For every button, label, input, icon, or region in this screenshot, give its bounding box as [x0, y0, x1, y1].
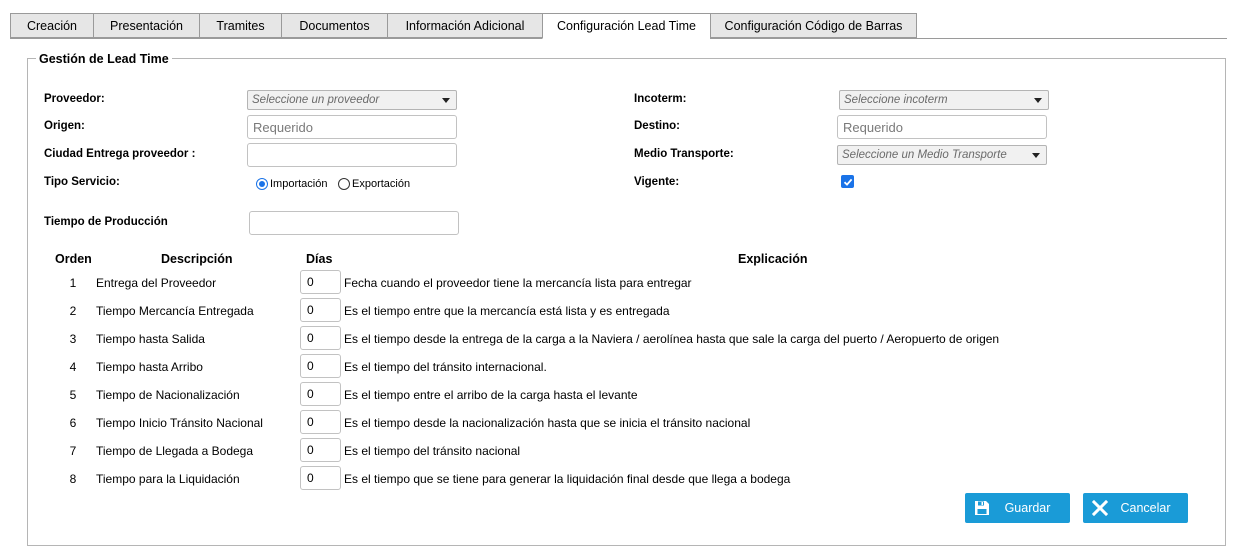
incoterm-label: Incoterm: — [627, 87, 823, 111]
row-descripcion: Entrega del Proveedor — [96, 276, 217, 290]
radio-selected-icon — [256, 178, 268, 190]
destino-label: Destino: — [627, 114, 823, 138]
tab-configuracion-codigo-barras[interactable]: Configuración Código de Barras — [710, 13, 917, 38]
guardar-label: Guardar — [1004, 501, 1051, 515]
tab-bar: Creación Presentación Tramites Documento… — [10, 13, 917, 39]
radio-importacion[interactable]: Importación — [256, 178, 327, 190]
guardar-button[interactable]: Guardar — [965, 493, 1070, 523]
row-explicacion: Es el tiempo entre que la mercancía está… — [344, 304, 670, 318]
proveedor-label: Proveedor: — [37, 87, 233, 111]
row-orden: 1 — [69, 276, 77, 290]
row-descripcion: Tiempo hasta Arribo — [96, 360, 203, 374]
row-dias-input[interactable]: 0 — [300, 382, 341, 406]
row-dias-input[interactable]: 0 — [300, 326, 341, 350]
cancelar-label: Cancelar — [1120, 501, 1171, 515]
ciudad-entrega-input[interactable] — [247, 143, 457, 167]
tipo-servicio-label: Tipo Servicio: — [37, 170, 233, 194]
tiempo-produccion-input[interactable] — [249, 211, 459, 235]
ciudad-entrega-label: Ciudad Entrega proveedor : — [37, 142, 233, 166]
row-dias-input[interactable]: 0 — [300, 298, 341, 322]
origen-input[interactable]: Requerido — [247, 115, 457, 139]
radio-exportacion-label: Exportación — [352, 178, 411, 190]
section-legend: Gestión de Lead Time — [36, 52, 172, 66]
radio-importacion-label: Importación — [270, 178, 328, 190]
row-explicacion: Es el tiempo del tránsito internacional. — [344, 360, 547, 374]
row-descripcion: Tiempo Mercancía Entregada — [96, 304, 254, 318]
chevron-down-icon — [1032, 153, 1040, 158]
row-orden: 7 — [69, 444, 77, 458]
row-orden: 4 — [69, 360, 77, 374]
tab-informacion-adicional[interactable]: Información Adicional — [387, 13, 542, 38]
row-descripcion: Tiempo de Nacionalización — [96, 388, 240, 402]
row-explicacion: Es el tiempo desde la entrega de la carg… — [344, 332, 1000, 346]
row-explicacion: Es el tiempo que se tiene para generar l… — [344, 472, 791, 486]
tab-documentos[interactable]: Documentos — [281, 13, 387, 38]
tab-tramites[interactable]: Tramites — [199, 13, 281, 38]
medio-transporte-select-value: Seleccione un Medio Transporte — [842, 149, 1007, 161]
tab-configuracion-lead-time[interactable]: Configuración Lead Time — [542, 13, 710, 39]
close-icon — [1091, 499, 1109, 517]
row-dias-input[interactable]: 0 — [300, 466, 341, 490]
row-orden: 8 — [69, 472, 77, 486]
row-explicacion: Es el tiempo del tránsito nacional — [344, 444, 521, 458]
row-descripcion: Tiempo Inicio Tránsito Nacional — [96, 416, 263, 430]
cancelar-button[interactable]: Cancelar — [1083, 493, 1188, 523]
checkmark-icon — [843, 178, 852, 186]
row-dias-input[interactable]: 0 — [300, 410, 341, 434]
row-dias-input[interactable]: 0 — [300, 438, 341, 462]
chevron-down-icon — [1034, 98, 1042, 103]
row-descripcion: Tiempo para la Liquidación — [96, 472, 240, 486]
row-orden: 6 — [69, 416, 77, 430]
proveedor-select[interactable]: Seleccione un proveedor — [247, 90, 457, 110]
row-explicacion: Es el tiempo entre el arribo de la carga… — [344, 388, 638, 402]
vigente-checkbox[interactable] — [841, 175, 854, 188]
row-dias-input[interactable]: 0 — [300, 270, 341, 294]
tiempo-produccion-label: Tiempo de Producción — [37, 210, 233, 234]
header-dias: Días — [306, 252, 333, 266]
tab-presentacion[interactable]: Presentación — [93, 13, 199, 38]
incoterm-select-value: Seleccione incoterm — [844, 94, 948, 106]
save-icon — [973, 499, 991, 517]
proveedor-select-value: Seleccione un proveedor — [252, 94, 380, 106]
header-explicacion: Explicación — [738, 252, 808, 266]
row-explicacion: Es el tiempo desde la nacionalización ha… — [344, 416, 751, 430]
row-descripcion: Tiempo de Llegada a Bodega — [96, 444, 254, 458]
row-dias-input[interactable]: 0 — [300, 354, 341, 378]
row-explicacion: Fecha cuando el proveedor tiene la merca… — [344, 276, 692, 290]
radio-exportacion[interactable]: Exportación — [338, 178, 410, 190]
origen-label: Origen: — [37, 114, 233, 138]
row-orden: 3 — [69, 332, 77, 346]
row-descripcion: Tiempo hasta Salida — [96, 332, 205, 346]
radio-unselected-icon — [338, 178, 350, 190]
destino-input[interactable]: Requerido — [837, 115, 1047, 139]
chevron-down-icon — [442, 98, 450, 103]
header-descripcion: Descripción — [161, 252, 233, 266]
tab-creacion[interactable]: Creación — [10, 13, 93, 38]
medio-transporte-label: Medio Transporte: — [627, 142, 823, 166]
header-orden: Orden — [55, 252, 92, 266]
row-orden: 2 — [69, 304, 77, 318]
row-orden: 5 — [69, 388, 77, 402]
incoterm-select[interactable]: Seleccione incoterm — [839, 90, 1049, 110]
vigente-label: Vigente: — [627, 170, 823, 194]
medio-transporte-select[interactable]: Seleccione un Medio Transporte — [837, 145, 1047, 165]
